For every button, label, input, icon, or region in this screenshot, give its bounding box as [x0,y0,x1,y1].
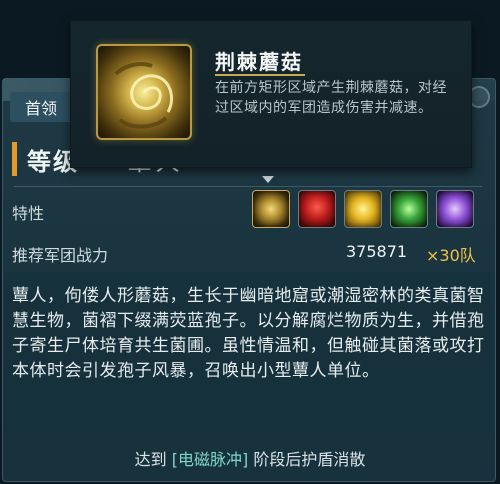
shield-note-highlight[interactable]: [电磁脉冲] [172,450,249,469]
unit-description: 蕈人，佝偻人形蘑菇，生长于幽暗地窟或潮湿密林的类真菌智慧生物，菌褶下缀满荧蓝孢子… [12,286,485,381]
skill-icons-row [252,190,474,228]
leader-tab[interactable]: 首领 [10,92,72,122]
shield-note-prefix: 达到 [134,450,167,469]
shield-note-suffix: 阶段后护盾消散 [253,450,366,469]
recommended-power-label: 推荐军团战力 [12,246,109,265]
tooltip-pointer-icon [262,176,274,183]
tooltip-description: 在前方矩形区域产生荆棘蘑菇，对经过区域内的军团造成伤害并减速。 [215,80,447,116]
divider [14,186,482,187]
tooltip-title: 荆棘蘑菇 [215,50,303,74]
purple-shield-skill-icon[interactable] [436,190,474,228]
mushroom-skill-icon[interactable] [252,190,290,228]
yellow-burst-skill-icon[interactable] [344,190,382,228]
thorn-mushroom-swirl-icon [114,62,173,129]
legion-count: ×30队 [426,246,476,265]
red-tree-skill-icon[interactable] [298,190,336,228]
recommended-power-value: 375871 [346,242,408,261]
traits-label: 特性 [12,204,45,223]
tooltip-title-underline [215,74,305,76]
shield-note: 达到 [电磁脉冲] 阶段后护盾消散 [0,446,500,470]
green-swirl-skill-icon[interactable] [390,190,428,228]
level-accent-bar [12,142,17,176]
